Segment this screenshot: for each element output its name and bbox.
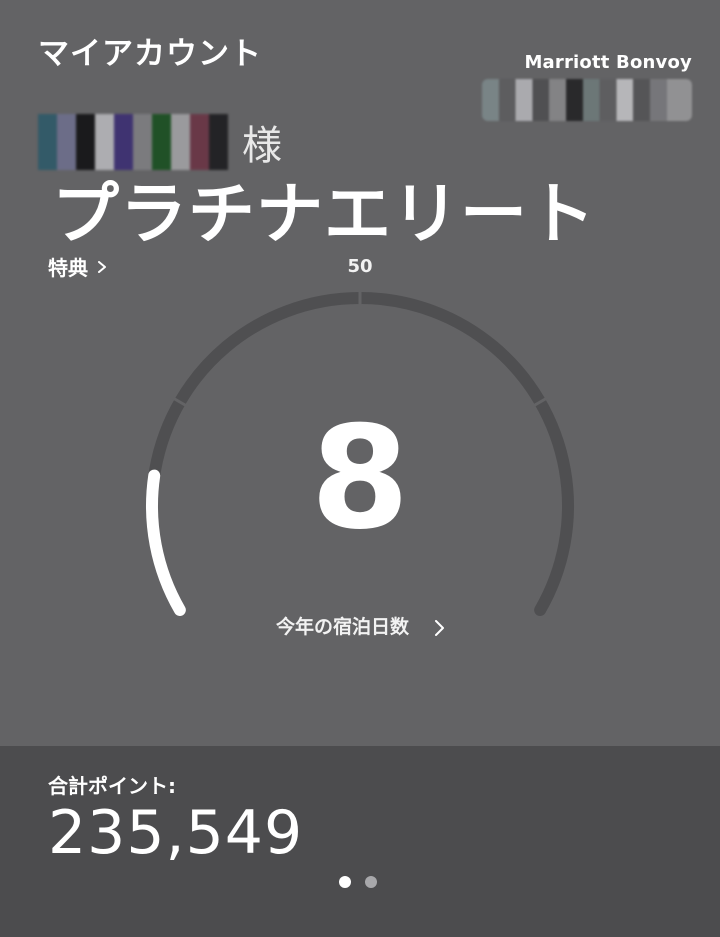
gauge-progress <box>146 469 186 616</box>
nights-link[interactable]: 今年の宿泊日数 <box>276 612 445 639</box>
points-value: 235,549 <box>48 798 304 868</box>
page-indicator[interactable] <box>339 876 377 888</box>
nights-gauge: 50 8 <box>0 256 720 616</box>
page-title: マイアカウント <box>38 36 262 72</box>
account-screen: マイアカウント Marriott Bonvoy 様 プラチナエリート 特典 50… <box>0 0 720 937</box>
member-number-redacted <box>482 79 692 121</box>
page-dot-2[interactable] <box>365 876 377 888</box>
chevron-right-icon <box>433 619 445 636</box>
points-label: 合計ポイント: <box>48 774 176 798</box>
points-panel: 合計ポイント: 235,549 <box>0 746 720 937</box>
gauge-value: 8 <box>310 396 410 561</box>
status-level: プラチナエリート <box>52 175 596 253</box>
brand-block: Marriott Bonvoy <box>482 52 692 121</box>
page-dot-1[interactable] <box>339 876 351 888</box>
nights-label: 今年の宿泊日数 <box>276 616 410 638</box>
brand-name: Marriott Bonvoy <box>524 52 692 73</box>
